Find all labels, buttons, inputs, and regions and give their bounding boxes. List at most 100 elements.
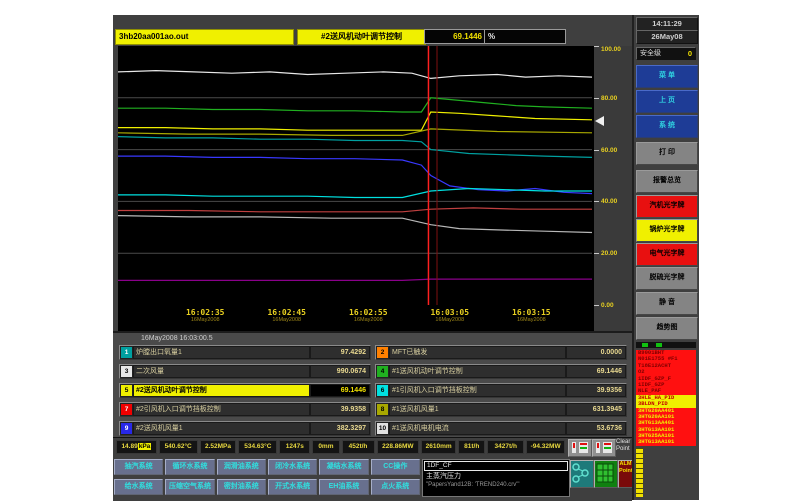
- status-cell: 452t/h: [342, 440, 375, 454]
- trend-line-5: [118, 137, 592, 158]
- nav-button[interactable]: 压缩空气系统: [165, 479, 214, 495]
- y-tick-mark: [594, 98, 599, 99]
- cursor-timestamp: 16May2008 16:03:00.5: [141, 335, 213, 342]
- trend-line-7: [118, 189, 592, 198]
- status-cell-text: 1247s: [286, 443, 304, 450]
- right-sidebar: 14:11:29 26May08 安全级 0 菜 单上 页系 统打 印报警总览汽…: [632, 15, 699, 500]
- nav-button[interactable]: 密封油系统: [217, 479, 266, 495]
- status-cell: 1247s: [279, 440, 310, 454]
- nav-button[interactable]: 开式水系统: [268, 479, 317, 495]
- nav-button-row-1: 抽汽系统循环水系统润滑油系统闭冷水系统凝结水系统CC操作: [114, 459, 420, 475]
- sidebar-button-2[interactable]: 上 页: [636, 90, 698, 113]
- legend-row[interactable]: 9#2送风机风量1382.3297: [119, 421, 371, 436]
- nav-button[interactable]: 润滑油系统: [217, 459, 266, 475]
- y-tick-label: 80.00: [601, 95, 617, 102]
- sidebar-button-10[interactable]: 静 音: [636, 292, 698, 315]
- trend-line-2: [118, 98, 592, 112]
- x-tick: 16:02:5516May2008: [333, 308, 403, 323]
- nav-button[interactable]: 点火系统: [371, 479, 420, 495]
- trend-plot-area[interactable]: 16:02:3516May200816:02:4516May200816:02:…: [118, 46, 592, 331]
- legend-point-label: 炉膛出口氧量1: [133, 346, 310, 359]
- sidebar-button-1[interactable]: 菜 单: [636, 65, 698, 88]
- y-tick-mark: [594, 150, 599, 151]
- indicator-button-1[interactable]: [568, 439, 592, 457]
- status-cell: 2.52MPa: [200, 440, 237, 454]
- legend-color-chip: 8: [376, 403, 389, 416]
- x-tick-time: 16:02:45: [252, 308, 322, 317]
- legend-point-label: #1送风机风量1: [389, 403, 566, 416]
- legend-row[interactable]: 8#1送风机风量1631.3945: [375, 402, 627, 417]
- legend-row[interactable]: 7#2引风机入口调节挡板控制39.9358: [119, 402, 371, 417]
- legend-point-label: #1引风机入口调节挡板控制: [389, 384, 566, 397]
- alarm-ack-button[interactable]: ALM Point: [618, 460, 633, 488]
- y-tick-mark: [594, 201, 599, 202]
- sidebar-button-11[interactable]: 趋势图: [636, 317, 698, 340]
- flowsheet-icon: [571, 461, 591, 485]
- legend-row[interactable]: 3二次风量990.0674: [119, 364, 371, 379]
- x-tick-time: 16:02:55: [333, 308, 403, 317]
- nav-button[interactable]: 抽汽系统: [114, 459, 163, 475]
- nav-button[interactable]: CC操作: [371, 459, 420, 475]
- trend-file-field[interactable]: 3hb20aa001ao.out: [115, 29, 294, 45]
- status-value-strip: 14.89kPa540.62°C2.52MPa534.63°C1247s0mm4…: [116, 440, 565, 454]
- indicator-button-2[interactable]: [592, 439, 616, 457]
- sidebar-button-6[interactable]: 汽机光字牌: [636, 195, 698, 218]
- valve-indicator-icon: [572, 442, 576, 453]
- sidebar-button-9[interactable]: 脱硫光字牌: [636, 267, 698, 290]
- alarm-tag-item[interactable]: 3HTG13AA101: [636, 439, 696, 445]
- legend-row[interactable]: 5#2送风机动叶调节控制69.1446: [119, 383, 371, 398]
- legend-point-label: #2送风机风量1: [133, 422, 310, 435]
- valve-indicator-icon: [596, 442, 600, 453]
- legend-color-chip: 5: [120, 384, 133, 397]
- sidebar-button-3[interactable]: 系 统: [636, 115, 698, 138]
- legend-row[interactable]: 10#1送风机电机电流53.6736: [375, 421, 627, 436]
- alarm-ack-label-1: ALM: [620, 461, 632, 467]
- status-cell: 3427t/h: [487, 440, 524, 454]
- legend-point-value: 0.0000: [566, 346, 626, 359]
- status-cell: 534.63°C: [238, 440, 277, 454]
- legend-point-label: #1送风机电机电流: [389, 422, 566, 435]
- green-mark-icon: [656, 343, 662, 347]
- security-level: 安全级 0: [636, 47, 696, 60]
- legend-row[interactable]: 6#1引风机入口调节挡板控制39.9356: [375, 383, 627, 398]
- signal-panel-icon: [603, 442, 612, 453]
- y-tick-label: 60.00: [601, 147, 617, 154]
- dcs-trend-window: 3hb20aa001ao.out #2送风机动叶调节控制 69.1446 % 1…: [113, 15, 697, 500]
- legend-color-chip: 6: [376, 384, 389, 397]
- security-value: 0: [688, 48, 692, 59]
- time-axis: 16:02:3516May200816:02:4516May200816:02:…: [118, 305, 592, 331]
- flowsheet-button[interactable]: [570, 460, 594, 488]
- legend-point-value: 990.0674: [310, 365, 370, 378]
- status-cell: 2610mm: [421, 440, 456, 454]
- nav-button[interactable]: 凝结水系统: [319, 459, 368, 475]
- clear-point-label: Clear Point: [616, 439, 632, 455]
- sidebar-button-7[interactable]: 锅炉光字牌: [636, 219, 698, 242]
- legend-color-chip: 2: [376, 346, 389, 359]
- status-cell: -94.32MW: [526, 440, 565, 454]
- legend-color-chip: 1: [120, 346, 133, 359]
- grid-display-button[interactable]: [594, 460, 618, 488]
- legend-row[interactable]: 1炉膛出口氧量197.4292: [119, 345, 371, 360]
- legend-color-chip: 10: [376, 422, 389, 435]
- sidebar-button-5[interactable]: 报警总览: [636, 170, 698, 193]
- y-tick-label: 0.00: [601, 302, 614, 309]
- green-mark-icon: [642, 343, 648, 347]
- sidebar-button-8[interactable]: 电气光字牌: [636, 243, 698, 266]
- legend-row[interactable]: 2MFT已触发0.0000: [375, 345, 627, 360]
- legend-row[interactable]: 4#1送风机动叶调节控制69.1446: [375, 364, 627, 379]
- nav-button[interactable]: 循环水系统: [165, 459, 214, 475]
- legend-point-value: 382.3297: [310, 422, 370, 435]
- trend-line-10: [118, 279, 592, 280]
- y-tick-label: 100.00: [601, 46, 621, 53]
- status-cell-text: -94.32MW: [531, 443, 561, 450]
- selected-point-title[interactable]: #2送风机动叶调节控制: [297, 29, 426, 45]
- tag-strip: [636, 342, 696, 348]
- status-cell: 0mm: [312, 440, 339, 454]
- nav-button[interactable]: 闭冷水系统: [268, 459, 317, 475]
- nav-button[interactable]: EH油系统: [319, 479, 368, 495]
- alarm-ack-label-2: Point: [619, 468, 633, 474]
- nav-button[interactable]: 给水系统: [114, 479, 163, 495]
- legend-color-chip: 9: [120, 422, 133, 435]
- selected-point-unit: %: [484, 29, 566, 44]
- sidebar-button-4[interactable]: 打 印: [636, 142, 698, 165]
